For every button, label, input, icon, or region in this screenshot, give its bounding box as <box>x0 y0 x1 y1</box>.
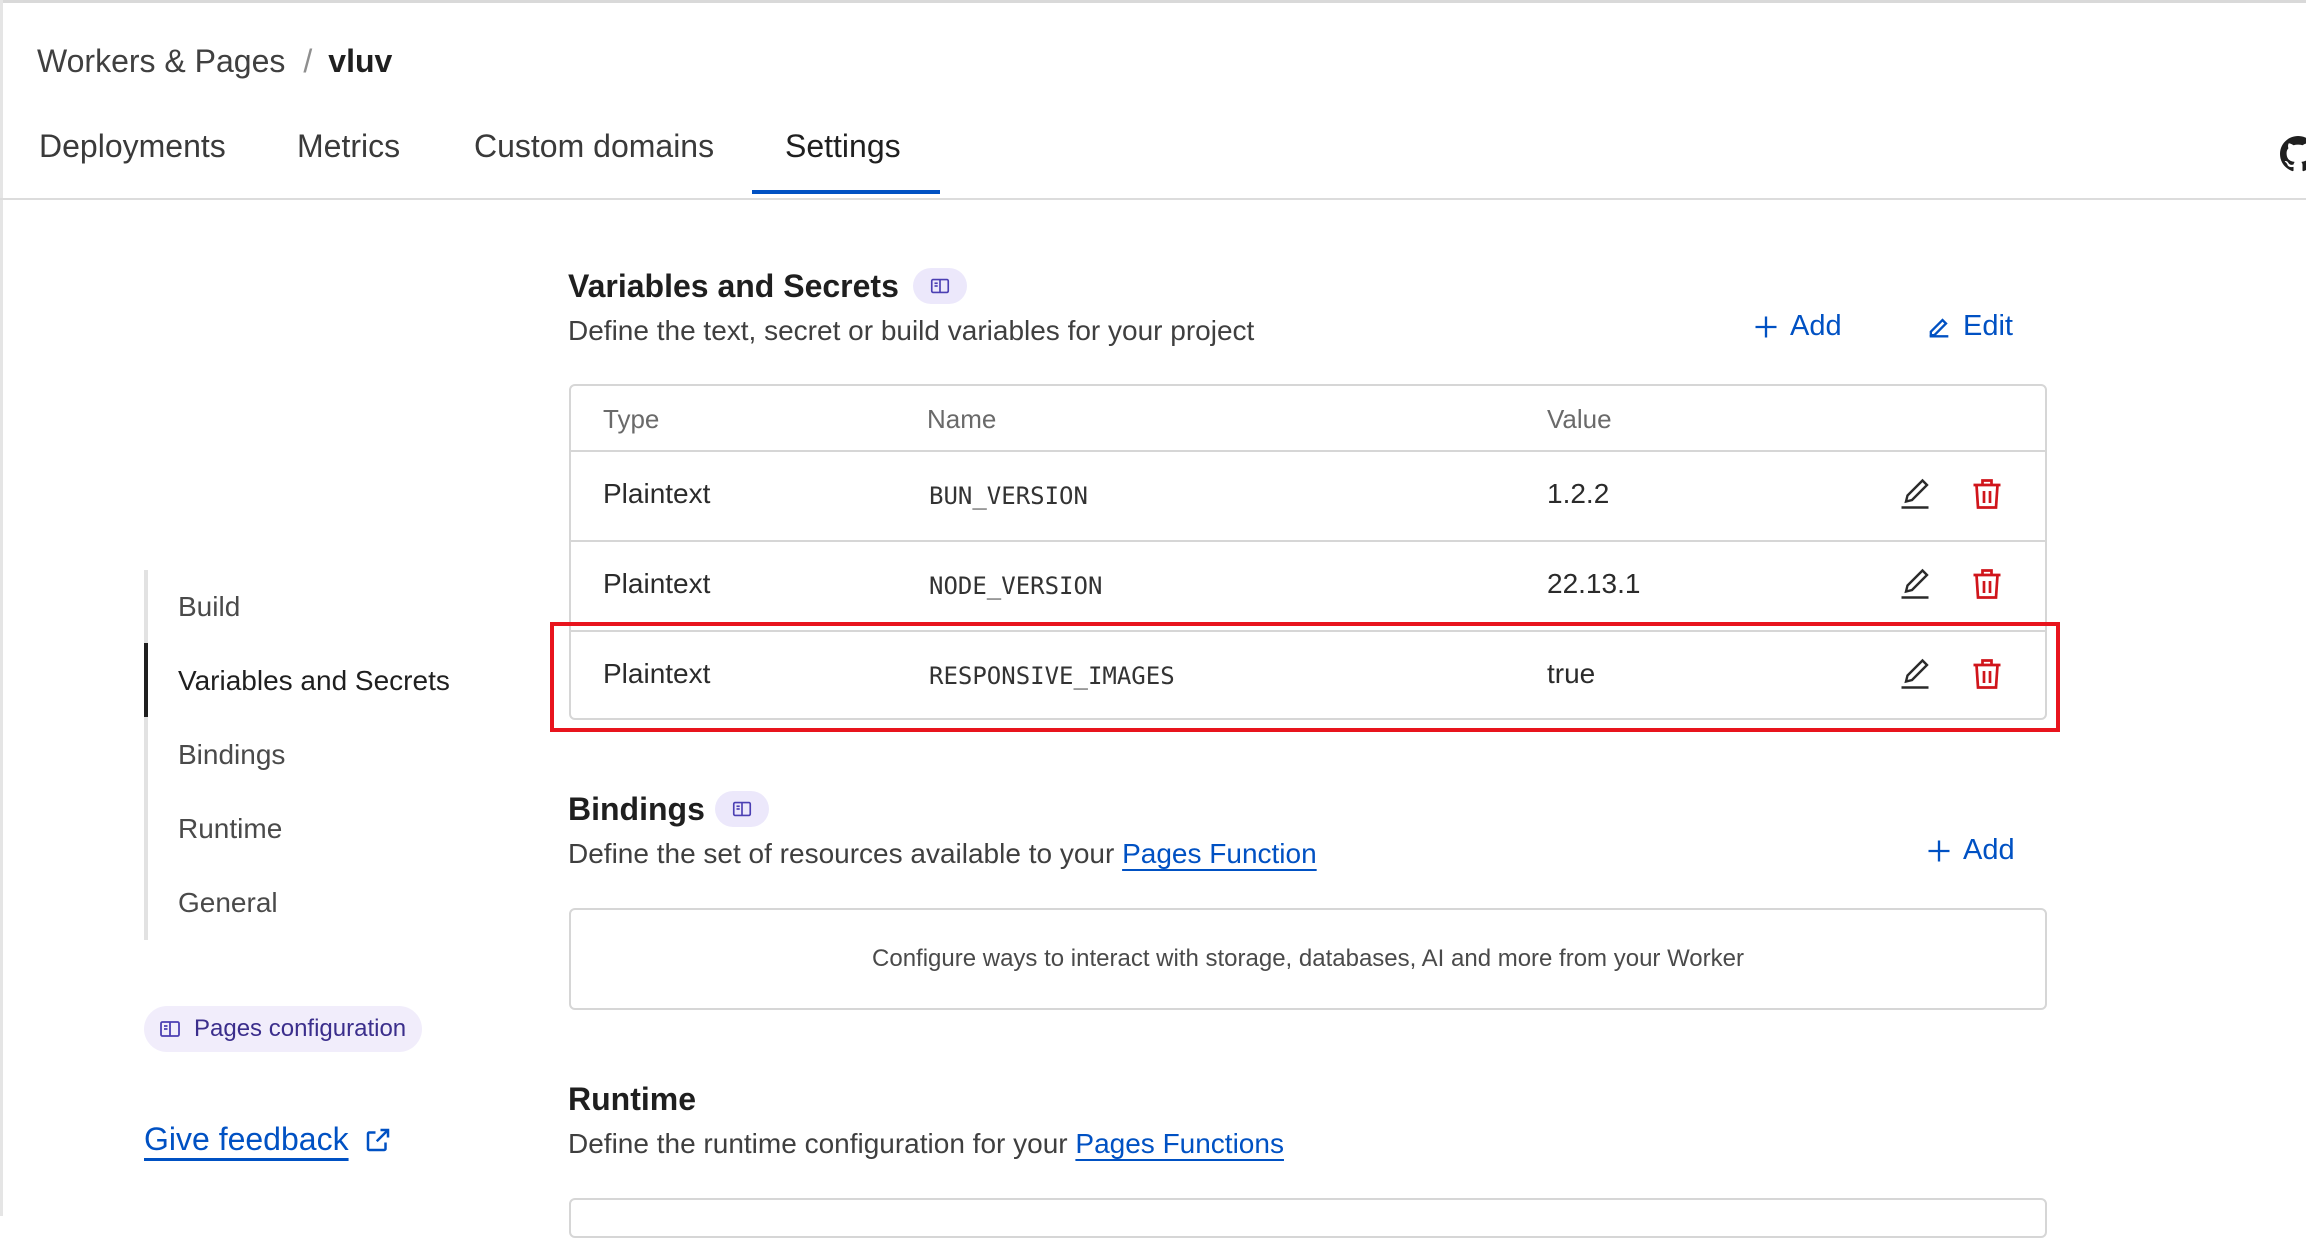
edit-pencil-icon[interactable] <box>1897 476 1933 512</box>
bindings-empty-text: Configure ways to interact with storage,… <box>872 945 1744 972</box>
row-name: BUN_VERSION <box>929 482 1088 510</box>
bindings-section-description: Define the set of resources available to… <box>568 838 1317 870</box>
table-header: Type Name Value <box>571 386 2045 452</box>
runtime-section-title: Runtime <box>568 1081 696 1117</box>
column-header-value: Value <box>1547 404 1612 434</box>
plus-icon <box>1928 840 1950 861</box>
pencil-icon <box>1929 317 1949 337</box>
breadcrumb-parent[interactable]: Workers & Pages <box>37 43 285 80</box>
variables-section-description: Define the text, secret or build variabl… <box>568 315 1255 346</box>
edit-variables-button[interactable]: Edit <box>1925 310 2013 343</box>
add-binding-button[interactable]: Add <box>1925 834 2015 867</box>
breadcrumb-current: vluv <box>328 42 393 79</box>
bindings-empty-state: Configure ways to interact with storage,… <box>569 908 2047 1010</box>
pages-functions-link[interactable]: Pages Functions <box>1075 1128 1284 1159</box>
bindings-section-title: Bindings <box>568 791 705 827</box>
sidenav-active-indicator <box>144 643 148 717</box>
delete-trash-icon[interactable] <box>1969 476 2005 512</box>
github-icon[interactable] <box>2280 136 2306 172</box>
row-type: Plaintext <box>603 568 711 599</box>
window-top-border <box>0 0 2306 3</box>
table-row: Plaintext BUN_VERSION 1.2.2 <box>571 450 2045 542</box>
column-header-name: Name <box>927 404 997 434</box>
tab-deployments[interactable]: Deployments <box>39 118 226 198</box>
external-link-icon <box>366 1128 389 1151</box>
sidenav-item-build[interactable]: Build <box>178 591 240 623</box>
pages-configuration-label: Pages configuration <box>194 1015 407 1042</box>
row-value: 1.2.2 <box>1547 478 1610 509</box>
bindings-docs-badge[interactable] <box>715 791 769 827</box>
delete-trash-icon[interactable] <box>1969 566 2005 602</box>
add-variable-button[interactable]: Add <box>1752 310 1842 343</box>
edit-variables-label: Edit <box>1963 310 2013 342</box>
tab-custom-domains[interactable]: Custom domains <box>474 118 714 198</box>
breadcrumb: Workers & Pages / vluv <box>37 36 392 86</box>
pages-configuration-link[interactable]: Pages configuration <box>144 1006 423 1052</box>
variables-docs-badge[interactable] <box>913 268 967 304</box>
row-value: 22.13.1 <box>1547 568 1641 599</box>
variables-section-title: Variables and Secrets <box>568 268 899 304</box>
sidenav-item-general[interactable]: General <box>178 887 278 919</box>
plus-icon <box>1755 316 1777 337</box>
bindings-description-text: Define the set of resources available to… <box>568 838 1115 869</box>
row-type: Plaintext <box>603 478 711 509</box>
breadcrumb-separator: / <box>303 42 313 79</box>
tab-metrics[interactable]: Metrics <box>297 118 400 198</box>
active-tab-indicator <box>752 190 940 194</box>
sidenav-item-runtime[interactable]: Runtime <box>178 813 282 845</box>
sidenav-item-variables-and-secrets[interactable]: Variables and Secrets <box>178 665 450 697</box>
add-binding-label: Add <box>1963 834 2015 866</box>
highlight-annotation-box <box>550 622 2060 732</box>
give-feedback-link[interactable]: Give feedback <box>144 1121 393 1158</box>
row-name: NODE_VERSION <box>929 572 1103 600</box>
sidenav-item-bindings[interactable]: Bindings <box>178 739 285 771</box>
runtime-section-description: Define the runtime configuration for you… <box>568 1128 1284 1160</box>
edit-pencil-icon[interactable] <box>1897 566 1933 602</box>
column-header-type: Type <box>603 404 660 434</box>
tab-settings[interactable]: Settings <box>785 118 901 198</box>
runtime-config-box <box>569 1198 2047 1238</box>
book-icon <box>930 278 950 294</box>
runtime-description-text: Define the runtime configuration for you… <box>568 1128 1068 1159</box>
give-feedback-label: Give feedback <box>144 1121 349 1157</box>
pages-function-link[interactable]: Pages Function <box>1122 838 1317 869</box>
sidenav-rail <box>144 570 148 940</box>
add-variable-label: Add <box>1790 310 1842 342</box>
tab-bar: Deployments Metrics Custom domains Setti… <box>0 118 2306 200</box>
table-row: Plaintext NODE_VERSION 22.13.1 <box>571 540 2045 632</box>
book-icon <box>732 801 752 817</box>
book-icon <box>160 1021 180 1037</box>
